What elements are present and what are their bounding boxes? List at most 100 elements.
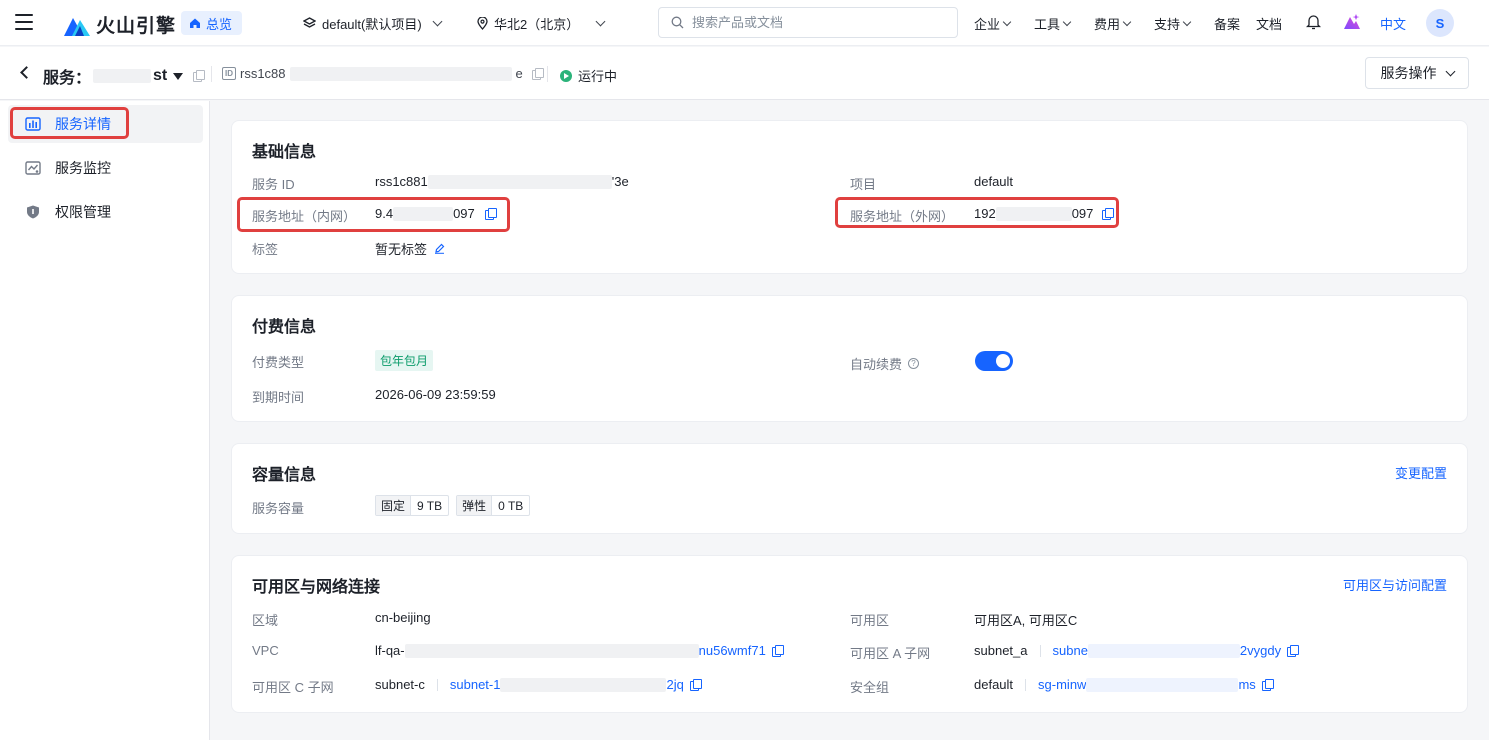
chevron-down-icon: [1002, 17, 1012, 26]
zone-a-subnet-link-prefix[interactable]: subne: [1053, 643, 1088, 658]
security-group-link-suffix[interactable]: ms: [1238, 677, 1255, 692]
divider: [1025, 678, 1027, 691]
copy-icon[interactable]: [689, 678, 702, 691]
divider: [436, 678, 438, 691]
basic-info-card: 基础信息 服务 ID rss1c881 '3e 服务地址（内网） 9.4 097…: [231, 120, 1468, 274]
service-id-value: rss1c881 '3e: [375, 174, 629, 189]
menu-icon[interactable]: [15, 14, 33, 30]
layers-icon: [303, 17, 316, 28]
sidebar-item-permission-management[interactable]: 权限管理: [8, 193, 203, 231]
search-input[interactable]: [692, 15, 932, 30]
ai-assistant-icon[interactable]: [1343, 13, 1361, 31]
nav-label: 费用: [1094, 17, 1121, 32]
copy-icon[interactable]: [1287, 644, 1300, 657]
region-label: 区域: [252, 613, 279, 628]
expire-time-value: 2026-06-09 23:59:59: [375, 387, 496, 402]
sidebar-item-service-monitoring[interactable]: 服务监控: [8, 149, 203, 187]
divider: [211, 66, 212, 82]
nav-label: 企业: [974, 17, 1001, 32]
region-selector[interactable]: 华北2（北京）: [477, 14, 606, 33]
inner-address-suffix: 097: [453, 206, 475, 221]
caret-down-icon[interactable]: [173, 72, 184, 80]
nav-label: 工具: [1034, 17, 1061, 32]
nav-support[interactable]: 支持: [1154, 14, 1192, 33]
elastic-capacity-key: 弹性: [457, 496, 493, 515]
back-arrow-icon[interactable]: [20, 66, 33, 79]
chevron-down-icon: [1122, 17, 1132, 26]
search-icon: [671, 16, 684, 29]
chevron-down-icon: [432, 16, 443, 27]
project-selector[interactable]: default(默认项目): [303, 14, 443, 33]
status-badge: 运行中: [560, 66, 617, 85]
inner-address-prefix: 9.4: [375, 206, 394, 221]
capacity-info-card: 容量信息 变更配置 服务容量 固定 9 TB 弹性 0 TB: [231, 443, 1468, 534]
security-group-link-prefix[interactable]: sg-minw: [1038, 677, 1086, 692]
tag-label: 标签: [252, 242, 279, 257]
edit-icon[interactable]: [434, 243, 445, 254]
redacted-text: [995, 206, 1072, 221]
nav-billing[interactable]: 费用: [1094, 14, 1132, 33]
home-label: 总览: [206, 16, 233, 32]
copy-icon[interactable]: [484, 207, 497, 220]
auto-renew-label: 自动续费 ?: [850, 354, 920, 373]
zone-a-subnet-link-suffix[interactable]: 2vygdy: [1240, 643, 1281, 658]
bell-icon[interactable]: [1306, 14, 1321, 30]
redacted-text: [500, 677, 667, 692]
zone-access-config-link[interactable]: 可用区与访问配置: [1343, 575, 1447, 594]
redacted-text: [93, 69, 152, 83]
nav-docs[interactable]: 文档: [1256, 14, 1282, 33]
id-badge-icon: ID: [222, 67, 236, 80]
sidebar-item-label: 服务详情: [55, 116, 111, 132]
zone-a-subnet-name: subnet_a: [974, 643, 1028, 658]
service-title-suffix: st: [153, 67, 168, 84]
elastic-capacity: 弹性 0 TB: [456, 495, 531, 516]
location-pin-icon: [477, 17, 488, 30]
change-config-link[interactable]: 变更配置: [1395, 463, 1447, 482]
service-id-suffix: e: [515, 66, 523, 81]
outer-address-prefix: 192: [974, 206, 996, 221]
outer-address-suffix: 097: [1071, 206, 1094, 221]
zone-label: 可用区: [850, 613, 890, 628]
billing-type-tag: 包年包月: [375, 350, 434, 371]
nav-icp-filing[interactable]: 备案: [1214, 14, 1240, 33]
vpc-link[interactable]: nu56wmf71: [699, 643, 766, 658]
zone-c-subnet-link-suffix[interactable]: 2jq: [666, 677, 683, 692]
zone-value: 可用区A, 可用区C: [974, 613, 1078, 628]
home-overview-button[interactable]: 总览: [181, 11, 243, 35]
service-header: 服务： st ID rss1c88 e 运行中 服务操作: [0, 47, 1489, 100]
nav-tools[interactable]: 工具: [1034, 14, 1072, 33]
billing-type-label: 付费类型: [252, 355, 305, 370]
expire-time-label: 到期时间: [252, 390, 305, 405]
copy-icon[interactable]: [1102, 207, 1115, 220]
logo[interactable]: 火山引擎: [64, 11, 176, 38]
copy-icon[interactable]: [771, 644, 784, 657]
capacity-value: 固定 9 TB 弹性 0 TB: [375, 495, 531, 516]
copy-icon[interactable]: [531, 67, 544, 80]
copy-icon[interactable]: [1261, 678, 1274, 691]
redacted-text: [289, 66, 512, 81]
sidebar-item-label: 权限管理: [55, 204, 111, 220]
zone-c-subnet-link-prefix[interactable]: subnet-1: [450, 677, 501, 692]
language-switch[interactable]: 中文: [1380, 14, 1406, 33]
card-title: 容量信息: [252, 467, 317, 484]
copy-icon[interactable]: [193, 70, 206, 82]
help-icon[interactable]: ?: [908, 358, 920, 369]
search-box[interactable]: [658, 7, 958, 38]
zone-a-subnet-value: subnet_a subne 2vygdy: [974, 643, 1300, 658]
tag-value-text: 暂无标签: [375, 242, 428, 257]
redacted-text: [1087, 643, 1240, 658]
redacted-text: [1086, 677, 1239, 692]
auto-renew-toggle[interactable]: [975, 351, 1013, 371]
redacted-text: [404, 643, 699, 658]
service-title: 服务： st: [43, 64, 206, 88]
monitor-icon: [25, 161, 41, 175]
nav-enterprise[interactable]: 企业: [974, 14, 1012, 33]
redacted-text: [427, 174, 612, 189]
zone-c-subnet-value: subnet-c subnet-1 2jq: [375, 677, 702, 692]
vpc-value: lf-qa- nu56wmf71: [375, 643, 784, 658]
sidebar-item-service-details[interactable]: 服务详情: [8, 105, 203, 143]
avatar[interactable]: S: [1426, 9, 1454, 37]
service-id-prefix: rss1c881: [375, 174, 428, 189]
service-operations-button[interactable]: 服务操作: [1365, 57, 1469, 89]
home-icon: [190, 18, 200, 28]
